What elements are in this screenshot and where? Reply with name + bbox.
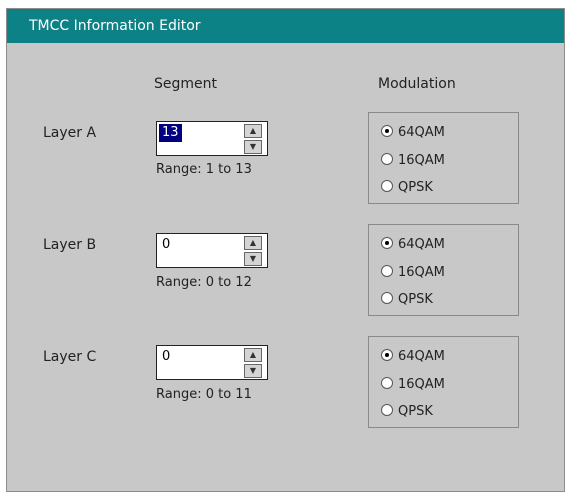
radio-icon — [381, 153, 393, 165]
layer-b-decrement-button[interactable]: ▼ — [244, 252, 262, 266]
layer-b-segment-value[interactable]: 0 — [159, 236, 173, 254]
layer-b-label: Layer B — [43, 237, 97, 253]
layer-c-modulation-group: 64QAM 16QAM QPSK — [368, 336, 519, 428]
option-label: 16QAM — [398, 265, 445, 280]
layer-b-range-label: Range: 0 to 12 — [156, 275, 252, 290]
layer-c-increment-button[interactable]: ▲ — [244, 348, 262, 362]
layer-c-label: Layer C — [43, 349, 97, 365]
layer-a-option-16qam[interactable]: 16QAM — [381, 152, 445, 170]
layer-a-decrement-button[interactable]: ▼ — [244, 140, 262, 154]
layer-a-option-64qam[interactable]: 64QAM — [381, 124, 445, 142]
radio-selected-icon — [381, 349, 393, 361]
radio-icon — [381, 377, 393, 389]
radio-icon — [381, 292, 393, 304]
modulation-column-header: Modulation — [378, 76, 456, 92]
radio-icon — [381, 265, 393, 277]
layer-b-increment-button[interactable]: ▲ — [244, 236, 262, 250]
layer-c-segment-value[interactable]: 0 — [159, 348, 173, 366]
layer-a-option-qpsk[interactable]: QPSK — [381, 179, 433, 197]
option-label: 64QAM — [398, 349, 445, 364]
option-label: QPSK — [398, 180, 433, 195]
segment-column-header: Segment — [154, 76, 217, 92]
layer-b-segment-spinner[interactable]: 0 ▲ ▼ — [156, 233, 268, 268]
option-label: 16QAM — [398, 153, 445, 168]
layer-a-modulation-group: 64QAM 16QAM QPSK — [368, 112, 519, 204]
option-label: QPSK — [398, 292, 433, 307]
layer-b-modulation-group: 64QAM 16QAM QPSK — [368, 224, 519, 316]
option-label: 64QAM — [398, 237, 445, 252]
layer-b-option-qpsk[interactable]: QPSK — [381, 291, 433, 309]
layer-b-option-64qam[interactable]: 64QAM — [381, 236, 445, 254]
window-titlebar[interactable]: TMCC Information Editor — [7, 9, 564, 43]
layer-a-segment-value[interactable]: 13 — [159, 124, 182, 142]
radio-icon — [381, 404, 393, 416]
option-label: 64QAM — [398, 125, 445, 140]
option-label: 16QAM — [398, 377, 445, 392]
radio-icon — [381, 180, 393, 192]
layer-a-segment-spinner[interactable]: 13 ▲ ▼ — [156, 121, 268, 156]
layer-c-range-label: Range: 0 to 11 — [156, 387, 252, 402]
tmcc-editor-window: TMCC Information Editor Segment Modulati… — [6, 8, 565, 492]
layer-a-label: Layer A — [43, 125, 97, 141]
layer-c-option-16qam[interactable]: 16QAM — [381, 376, 445, 394]
layer-a-range-label: Range: 1 to 13 — [156, 162, 252, 177]
layer-b-option-16qam[interactable]: 16QAM — [381, 264, 445, 282]
option-label: QPSK — [398, 404, 433, 419]
layer-c-option-64qam[interactable]: 64QAM — [381, 348, 445, 366]
radio-selected-icon — [381, 125, 393, 137]
radio-selected-icon — [381, 237, 393, 249]
layer-c-segment-spinner[interactable]: 0 ▲ ▼ — [156, 345, 268, 380]
layer-c-option-qpsk[interactable]: QPSK — [381, 403, 433, 421]
layer-c-decrement-button[interactable]: ▼ — [244, 364, 262, 378]
layer-a-increment-button[interactable]: ▲ — [244, 124, 262, 138]
